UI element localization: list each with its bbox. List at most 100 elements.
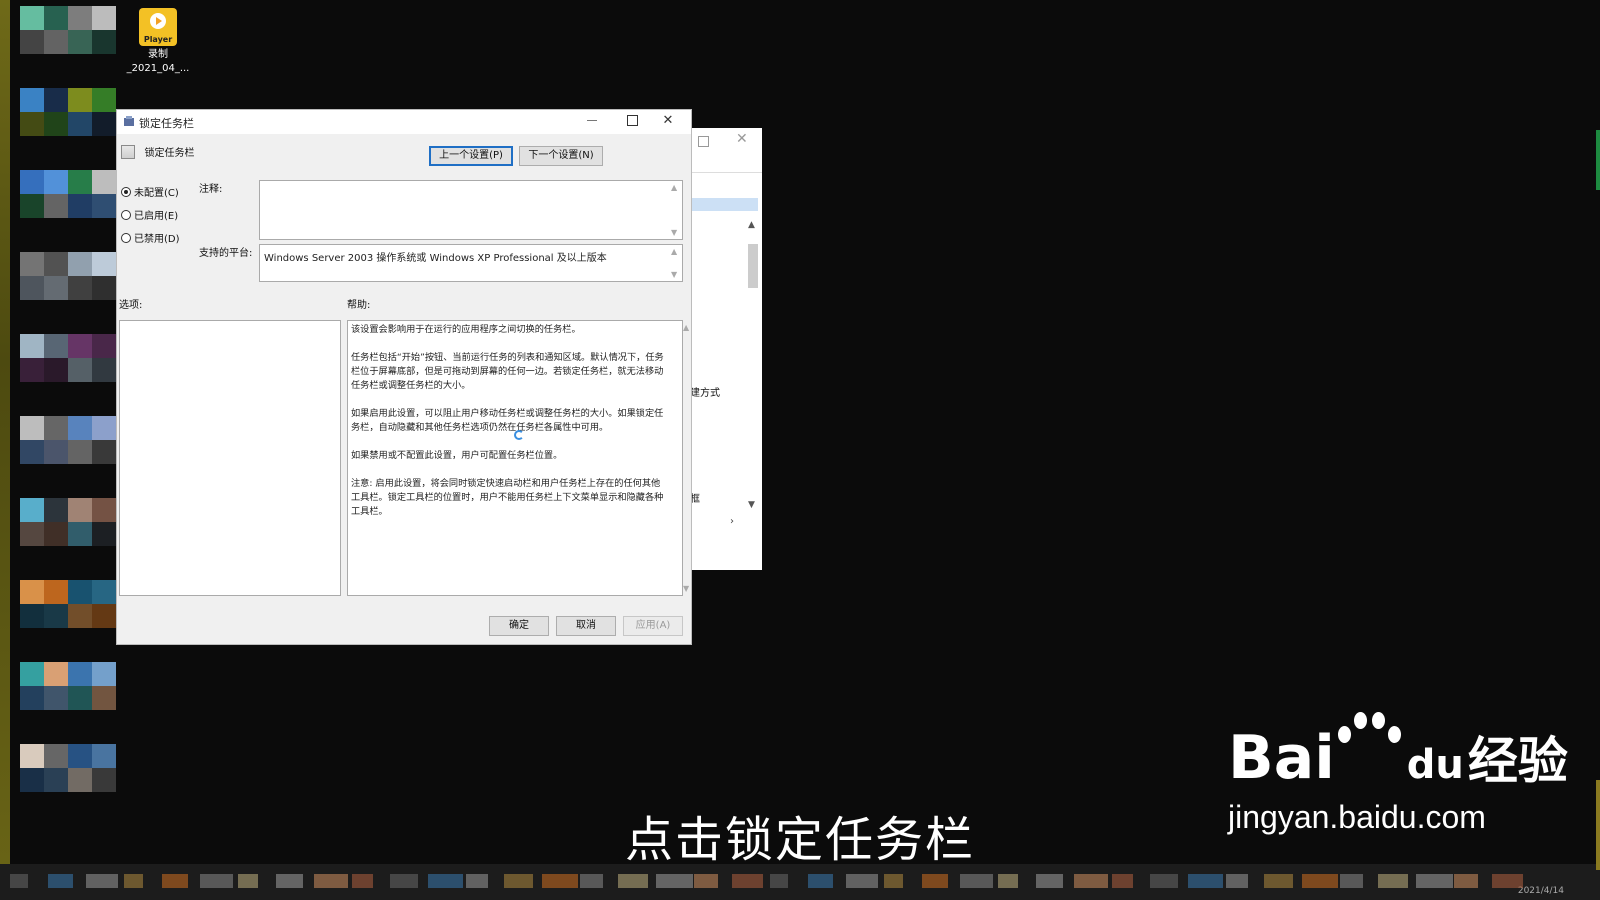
maximize-icon[interactable] [698,136,709,147]
platform-value: Windows Server 2003 操作系统或 Windows XP Pro… [264,253,607,264]
radio-button[interactable] [121,209,131,220]
taskbar-item [124,874,143,888]
policy-setting-dialog: 锁定任务栏 ✕ 锁定任务栏 上一个设置(P) 下一个设置(N) 未配置(C) 已… [116,109,692,645]
scroll-up-arrow-icon[interactable]: ▲ [748,220,755,230]
desktop-tile [92,6,116,30]
desktop-tile [44,170,68,194]
desktop-tile [44,416,68,440]
taskbar-item [504,874,533,888]
desktop-tile [20,276,44,300]
desktop-tile [92,498,116,522]
background-editor-window[interactable]: ✕ ▲ ▼ 建方式 框 › [690,128,762,570]
taskbar-item [1416,874,1453,888]
help-paragraph: 如果禁用或不配置此设置，用户可配置任务栏位置。 [351,450,563,461]
scroll-up-arrow-icon[interactable]: ▲ [671,247,677,256]
comment-textarea[interactable]: ▲ ▼ [259,180,683,240]
desktop-tile [68,662,92,686]
taskbar-item [960,874,993,888]
ok-button[interactable]: 确定 [489,616,549,636]
scroll-down-arrow-icon[interactable]: ▼ [683,584,689,593]
taskbar-item [48,874,73,888]
scroll-right-arrow-icon[interactable]: › [730,516,734,527]
help-text: 该设置会影响用于在运行的应用程序之间切换的任务栏。 任务栏包括“开始”按钮、当前… [351,323,668,533]
vertical-scrollbar[interactable]: ▲ ▼ [746,220,758,515]
taskbar-date[interactable]: 2021/4/14 [1518,886,1564,896]
desktop-tile [92,580,116,604]
scroll-down-arrow-icon[interactable]: ▼ [748,500,755,510]
maximize-icon [626,115,638,126]
taskbar-item [808,874,833,888]
taskbar-item [884,874,903,888]
desktop-tile [68,768,92,792]
desktop-tile [20,744,44,768]
scroll-down-arrow-icon[interactable]: ▼ [671,228,677,237]
apply-button[interactable]: 应用(A) [623,616,683,636]
desktop-tile [20,112,44,136]
watermark-url: jingyan.baidu.com [1228,799,1486,835]
radio-enabled[interactable]: 已启用(E) [121,207,178,222]
help-scrollbar[interactable]: ▲ ▼ [682,321,694,595]
cancel-button[interactable]: 取消 [556,616,616,636]
background-window-titlebar: ✕ [690,128,762,173]
desktop-tile [68,252,92,276]
help-paragraph: 如果启用此设置，可以阻止用户移动任务栏或调整任务栏的大小。如果锁定任务栏，自动隐… [351,408,664,433]
baidu-jingyan-watermark: Bai du经验 jingyan.baidu.com [1228,712,1568,836]
desktop-tile [20,416,44,440]
maximize-button[interactable] [615,110,649,134]
desktop-tile [92,334,116,358]
desktop-tile [44,604,68,628]
options-panel[interactable] [119,320,341,596]
desktop-tile [20,194,44,218]
taskbar-item [428,874,463,888]
desktop-tile [44,440,68,464]
desktop-tile [92,170,116,194]
player-icon-label: Player [143,35,173,44]
radio-button[interactable] [121,232,131,243]
desktop-tile [44,358,68,382]
edge-indicator [1596,780,1600,870]
taskbar-item [314,874,348,888]
radio-disabled[interactable]: 已禁用(D) [121,230,180,245]
comment-scrollbar[interactable]: ▲ ▼ [670,181,682,239]
logo-text: 经验 [1467,732,1568,790]
taskbar-item [1112,874,1133,888]
help-panel[interactable]: 该设置会影响用于在运行的应用程序之间切换的任务栏。 任务栏包括“开始”按钮、当前… [347,320,689,596]
desktop-tile [20,498,44,522]
desktop-tile [92,662,116,686]
previous-setting-button[interactable]: 上一个设置(P) [429,146,513,166]
left-edge-strip [0,0,10,900]
radio-label: 未配置(C) [134,188,179,199]
taskbar: 2021/4/14 [0,864,1600,900]
selected-row[interactable] [692,198,758,211]
scroll-down-arrow-icon[interactable]: ▼ [671,270,677,279]
desktop-tile [20,662,44,686]
platform-scrollbar[interactable]: ▲ ▼ [670,245,682,281]
taskbar-item [200,874,233,888]
recording-file-icon[interactable]: Player 录制 _2021_04_... [126,8,190,76]
desktop-tile [20,6,44,30]
paw-icon [1332,708,1402,780]
minimize-button[interactable] [575,110,609,134]
setting-name: 锁定任务栏 [144,148,195,159]
desktop-tile [68,416,92,440]
scrollbar-thumb[interactable] [748,244,758,288]
desktop-tile [44,252,68,276]
next-setting-button[interactable]: 下一个设置(N) [519,146,603,166]
close-button[interactable]: ✕ [651,110,685,134]
taskbar-item [1074,874,1108,888]
desktop-tile [44,30,68,54]
desktop-tile [44,768,68,792]
minimize-icon [587,120,597,121]
scroll-up-arrow-icon[interactable]: ▲ [683,323,689,332]
radio-not-configured[interactable]: 未配置(C) [121,184,179,199]
close-icon[interactable]: ✕ [736,131,748,147]
taskbar-item [770,874,788,888]
partial-text: 建方式 [690,388,720,399]
desktop-tile [92,194,116,218]
taskbar-item [86,874,118,888]
desktop-tile [68,440,92,464]
help-label: 帮助: [347,300,371,311]
scroll-up-arrow-icon[interactable]: ▲ [671,183,677,192]
radio-button[interactable] [121,186,131,197]
player-icon: Player [139,8,177,46]
